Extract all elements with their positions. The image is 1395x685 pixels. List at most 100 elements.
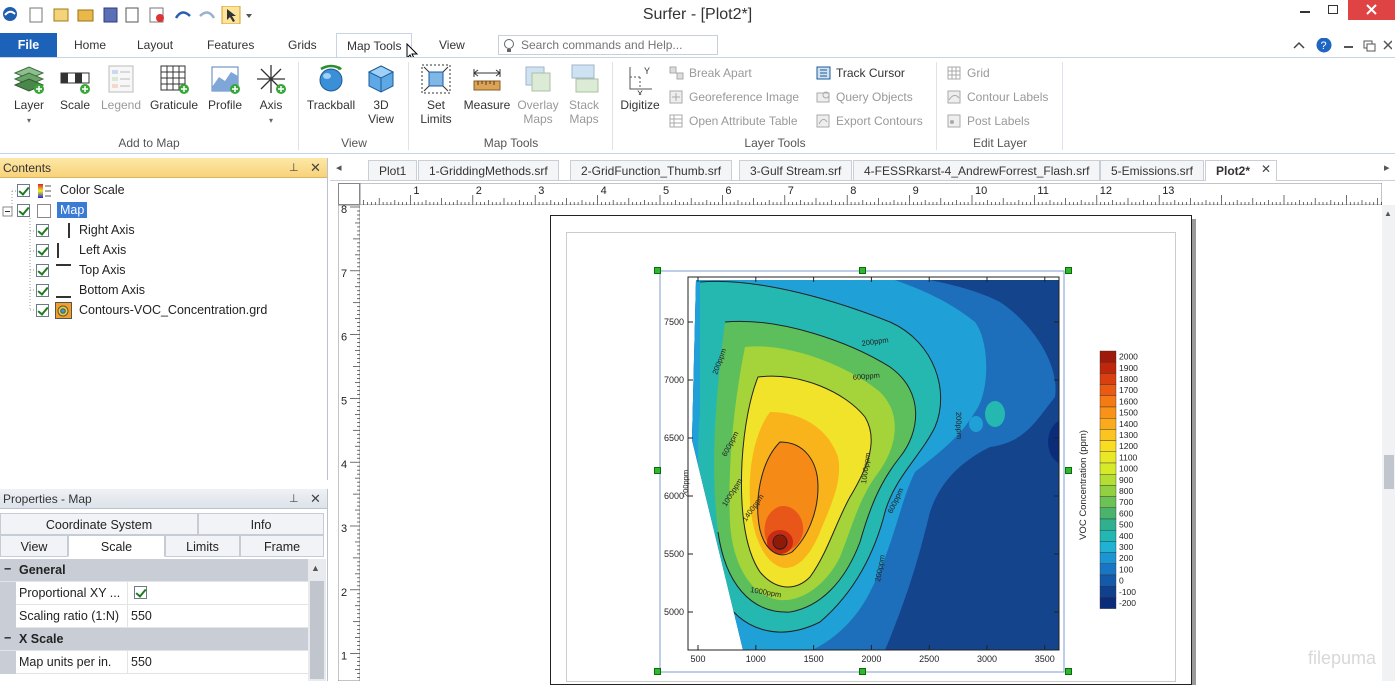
tab-frame[interactable]: Frame xyxy=(240,535,324,557)
selection-handle[interactable] xyxy=(654,267,661,274)
section-x-scale[interactable]: − X Scale xyxy=(0,628,308,651)
ribbon-separator xyxy=(408,62,409,150)
window-controls-secondary[interactable]: ? xyxy=(1292,38,1392,54)
group-map-tools-label: Map Tools xyxy=(483,136,539,150)
canvas-vertical-scrollbar[interactable]: ▲ xyxy=(1382,205,1395,681)
tree-item-right-axis[interactable]: Right Axis xyxy=(79,223,135,237)
tree-item-contours[interactable]: Contours-VOC_Concentration.grd xyxy=(79,303,267,317)
tab-scroll-left-icon[interactable]: ◂ xyxy=(336,161,342,174)
contour-map[interactable]: 200ppm 600ppm 200ppm 600ppm 1000ppm 1400… xyxy=(640,262,1090,674)
break-apart-icon xyxy=(669,66,684,80)
selection-handle[interactable] xyxy=(1065,267,1072,274)
doc-tab-gridfunction[interactable]: 2-GridFunction_Thumb.srf xyxy=(570,160,733,180)
tab-grids[interactable]: Grids xyxy=(278,33,327,57)
search-commands-box[interactable] xyxy=(498,35,718,55)
contours-checkbox[interactable] xyxy=(36,304,49,317)
selection-handle[interactable] xyxy=(654,668,661,675)
color-scale-swatch xyxy=(1099,384,1117,396)
tree-item-color-scale[interactable]: Color Scale xyxy=(60,183,125,197)
color-scale-bar[interactable]: 2000190018001700160015001400130012001100… xyxy=(1070,345,1150,615)
contour-labels-button[interactable]: Contour Labels xyxy=(947,88,1048,106)
post-labels-button[interactable]: Post Labels xyxy=(947,112,1030,130)
tree-item-map[interactable]: Map xyxy=(57,202,88,218)
layer-button-label: Layer xyxy=(13,98,45,112)
color-scale-swatch xyxy=(1099,417,1117,430)
x-tick-label: 2000 xyxy=(861,654,881,664)
digitize-button[interactable]: YX Digitize xyxy=(616,63,664,112)
left-axis-checkbox[interactable] xyxy=(36,244,49,257)
doc-tab-fessrkarst[interactable]: 4-FESSRkarst-4_AndrewForrest_Flash.srf xyxy=(853,160,1101,180)
set-limits-button[interactable]: Set Limits xyxy=(414,63,458,126)
georeference-image-button[interactable]: Georeference Image xyxy=(669,88,799,106)
right-axis-checkbox[interactable] xyxy=(36,224,49,237)
track-cursor-button[interactable]: Track Cursor xyxy=(816,64,905,82)
profile-button[interactable]: Profile xyxy=(202,63,248,112)
selection-handle[interactable] xyxy=(654,467,661,474)
selection-handle[interactable] xyxy=(859,668,866,675)
tree-item-left-axis[interactable]: Left Axis xyxy=(79,243,126,257)
graticule-button[interactable]: Graticule xyxy=(146,63,202,112)
right-axis-icon xyxy=(68,223,70,238)
tree-item-top-axis[interactable]: Top Axis xyxy=(79,263,126,277)
section-general[interactable]: − General xyxy=(0,559,308,582)
map-checkbox[interactable] xyxy=(17,204,30,217)
close-panel-icon[interactable]: ✕ xyxy=(310,489,321,509)
tab-coordinate-system[interactable]: Coordinate System xyxy=(0,513,198,535)
group-edit-layer-label: Edit Layer xyxy=(972,136,1028,150)
tab-view-props[interactable]: View xyxy=(0,535,68,557)
doc-tab-emissions[interactable]: 5-Emissions.srf xyxy=(1100,160,1205,180)
tree-item-bottom-axis[interactable]: Bottom Axis xyxy=(79,283,145,297)
properties-scrollbar[interactable]: ▲ xyxy=(308,559,326,681)
restore-button[interactable] xyxy=(1320,0,1350,22)
color-scale-swatch xyxy=(1099,507,1117,520)
export-contours-label: Export Contours xyxy=(836,114,923,128)
selection-handle[interactable] xyxy=(1065,668,1072,675)
break-apart-button[interactable]: Break Apart xyxy=(669,64,752,82)
tab-scale[interactable]: Scale xyxy=(68,535,165,557)
pin-icon[interactable]: ⊥ xyxy=(289,158,299,178)
tab-limits[interactable]: Limits xyxy=(165,535,240,557)
color-scale-checkbox[interactable] xyxy=(17,184,30,197)
doc-tab-plot1[interactable]: Plot1 xyxy=(368,160,418,180)
close-tab-icon[interactable]: ✕ xyxy=(1261,162,1271,176)
tab-info[interactable]: Info xyxy=(198,513,324,535)
bottom-axis-checkbox[interactable] xyxy=(36,284,49,297)
export-contours-button[interactable]: Export Contours xyxy=(816,112,923,130)
tab-features[interactable]: Features xyxy=(197,33,264,57)
measure-button[interactable]: Measure xyxy=(460,63,514,112)
tab-scroll-right-icon[interactable]: ▸ xyxy=(1384,161,1390,174)
tab-layout[interactable]: Layout xyxy=(127,33,183,57)
doc-tab-griddingmethods[interactable]: 1-GriddingMethods.srf xyxy=(418,160,559,180)
top-axis-checkbox[interactable] xyxy=(36,264,49,277)
legend-button[interactable]: Legend xyxy=(98,63,144,112)
open-attribute-table-button[interactable]: Open Attribute Table xyxy=(669,112,798,130)
search-input[interactable] xyxy=(521,37,711,53)
close-panel-icon[interactable]: ✕ xyxy=(310,158,321,178)
color-scale-swatch xyxy=(1099,451,1117,464)
graticule-icon xyxy=(160,65,189,94)
tab-map-tools[interactable]: Map Tools xyxy=(336,33,413,58)
scaling-ratio-value[interactable]: 550 xyxy=(131,605,152,627)
tab-view[interactable]: View xyxy=(429,33,475,57)
map-units-value[interactable]: 550 xyxy=(131,651,152,673)
trackball-button[interactable]: Trackball xyxy=(304,63,358,112)
edit-grid-button[interactable]: Grid xyxy=(947,64,990,82)
overlay-maps-button[interactable]: Overlay Maps xyxy=(514,63,562,126)
proportional-checkbox[interactable] xyxy=(134,586,147,599)
doc-tab-gulf-stream[interactable]: 3-Gulf Stream.srf xyxy=(739,160,853,180)
query-objects-button[interactable]: Query Objects xyxy=(816,88,913,106)
top-ruler: 1 2 3 4 5 6 7 8 9 10 11 12 13 xyxy=(360,183,1382,205)
pin-icon[interactable]: ⊥ xyxy=(289,489,299,509)
axis-button[interactable]: Axis ▾ xyxy=(250,63,292,128)
color-scale-label: 1900 xyxy=(1119,363,1138,373)
selection-handle[interactable] xyxy=(859,267,866,274)
stack-maps-button[interactable]: Stack Maps xyxy=(562,63,606,126)
scale-button[interactable]: Scale xyxy=(54,63,96,112)
layer-button[interactable]: Layer ▾ xyxy=(6,63,52,128)
3d-view-button[interactable]: 3D View xyxy=(360,63,402,126)
file-menu-button[interactable]: File xyxy=(0,33,57,57)
close-window-button[interactable] xyxy=(1348,0,1395,20)
set-limits-label-line2: Limits xyxy=(420,112,452,126)
minimize-button[interactable] xyxy=(1290,0,1320,22)
tab-home[interactable]: Home xyxy=(64,33,116,57)
